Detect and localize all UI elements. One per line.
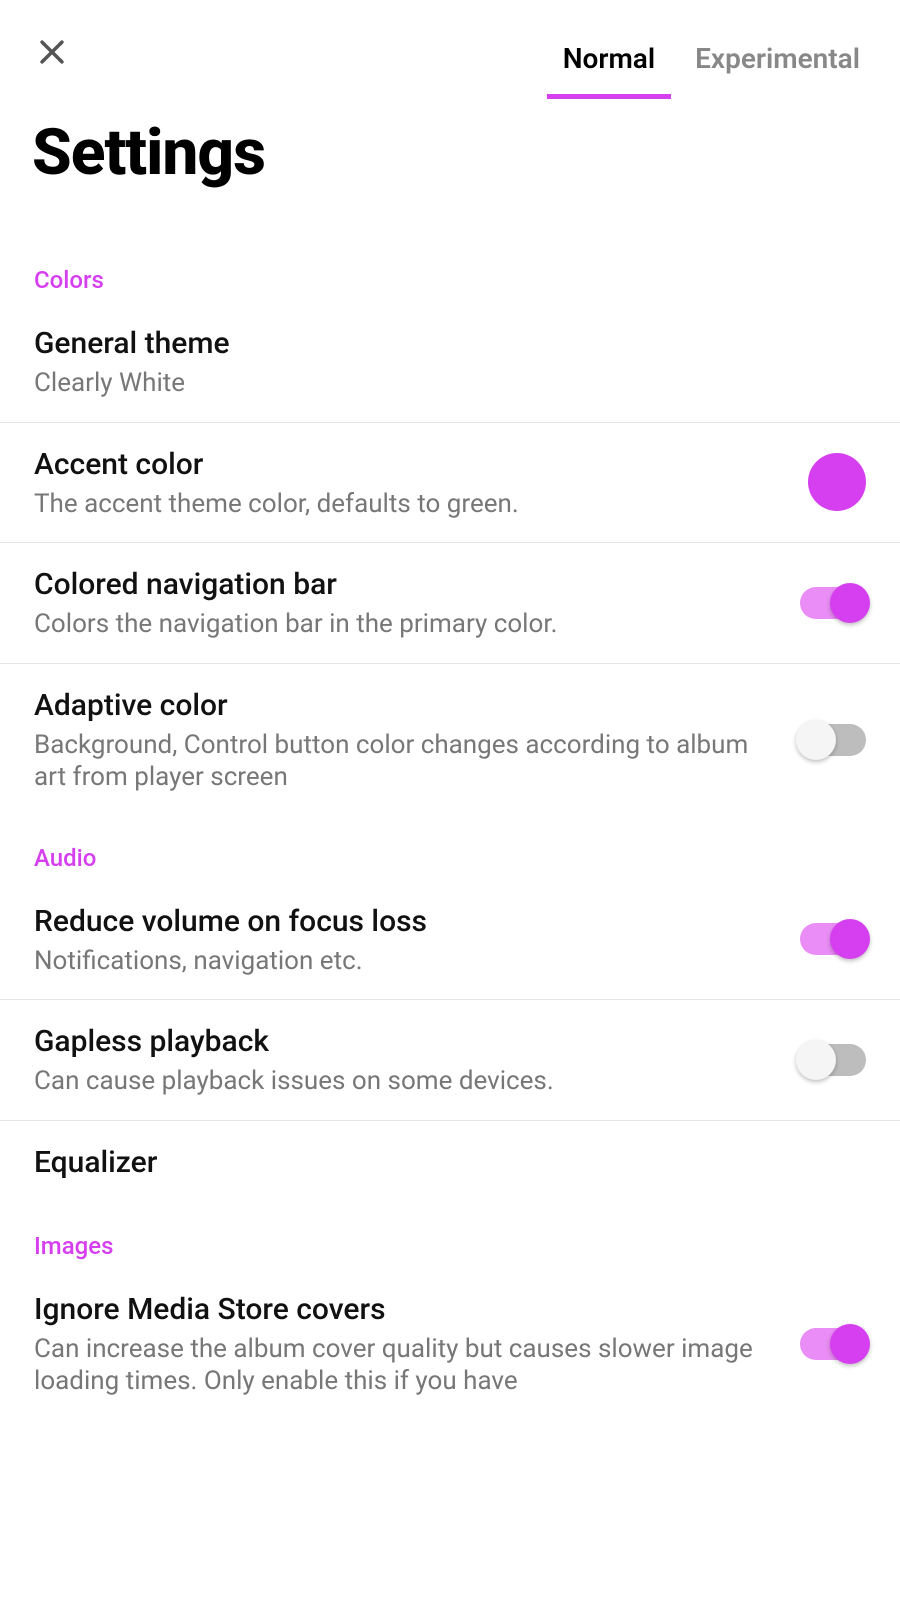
section-colors-header: Colors (0, 238, 900, 302)
colored-nav-toggle[interactable] (800, 587, 866, 619)
reduce-volume-title: Reduce volume on focus loss (34, 902, 780, 941)
row-ignore-mediastore[interactable]: Ignore Media Store covers Can increase t… (0, 1268, 900, 1398)
row-adaptive-color[interactable]: Adaptive color Background, Control butto… (0, 664, 900, 816)
toggle-knob (796, 720, 836, 760)
gapless-sub: Can cause playback issues on some device… (34, 1065, 780, 1098)
gapless-title: Gapless playback (34, 1022, 780, 1061)
toggle-knob (830, 1324, 870, 1364)
ignore-mediastore-sub: Can increase the album cover quality but… (34, 1333, 780, 1398)
accent-color-swatch[interactable] (808, 453, 866, 511)
colored-nav-sub: Colors the navigation bar in the primary… (34, 608, 780, 641)
adaptive-title: Adaptive color (34, 686, 780, 725)
page-title: Settings (0, 99, 900, 238)
reduce-volume-toggle[interactable] (800, 923, 866, 955)
row-equalizer[interactable]: Equalizer (0, 1121, 900, 1204)
general-theme-title: General theme (34, 324, 846, 363)
row-general-theme[interactable]: General theme Clearly White (0, 302, 900, 423)
gapless-toggle[interactable] (800, 1044, 866, 1076)
equalizer-title: Equalizer (34, 1143, 846, 1182)
adaptive-toggle[interactable] (800, 724, 866, 756)
section-audio-header: Audio (0, 816, 900, 880)
tab-experimental[interactable]: Experimental (695, 24, 860, 99)
toggle-knob (830, 919, 870, 959)
close-icon (35, 35, 69, 69)
adaptive-sub: Background, Control button color changes… (34, 729, 780, 794)
row-accent-color[interactable]: Accent color The accent theme color, def… (0, 423, 900, 544)
toggle-knob (830, 583, 870, 623)
row-gapless[interactable]: Gapless playback Can cause playback issu… (0, 1000, 900, 1121)
accent-color-title: Accent color (34, 445, 788, 484)
general-theme-sub: Clearly White (34, 367, 846, 400)
ignore-mediastore-toggle[interactable] (800, 1328, 866, 1360)
close-button[interactable] (32, 32, 72, 72)
row-colored-nav[interactable]: Colored navigation bar Colors the naviga… (0, 543, 900, 664)
ignore-mediastore-title: Ignore Media Store covers (34, 1290, 780, 1329)
tabs: Normal Experimental (563, 24, 868, 99)
reduce-volume-sub: Notifications, navigation etc. (34, 945, 780, 978)
toggle-knob (796, 1040, 836, 1080)
colored-nav-title: Colored navigation bar (34, 565, 780, 604)
tab-normal[interactable]: Normal (563, 24, 655, 99)
section-images-header: Images (0, 1204, 900, 1268)
row-reduce-volume[interactable]: Reduce volume on focus loss Notification… (0, 880, 900, 1001)
accent-color-sub: The accent theme color, defaults to gree… (34, 488, 788, 521)
